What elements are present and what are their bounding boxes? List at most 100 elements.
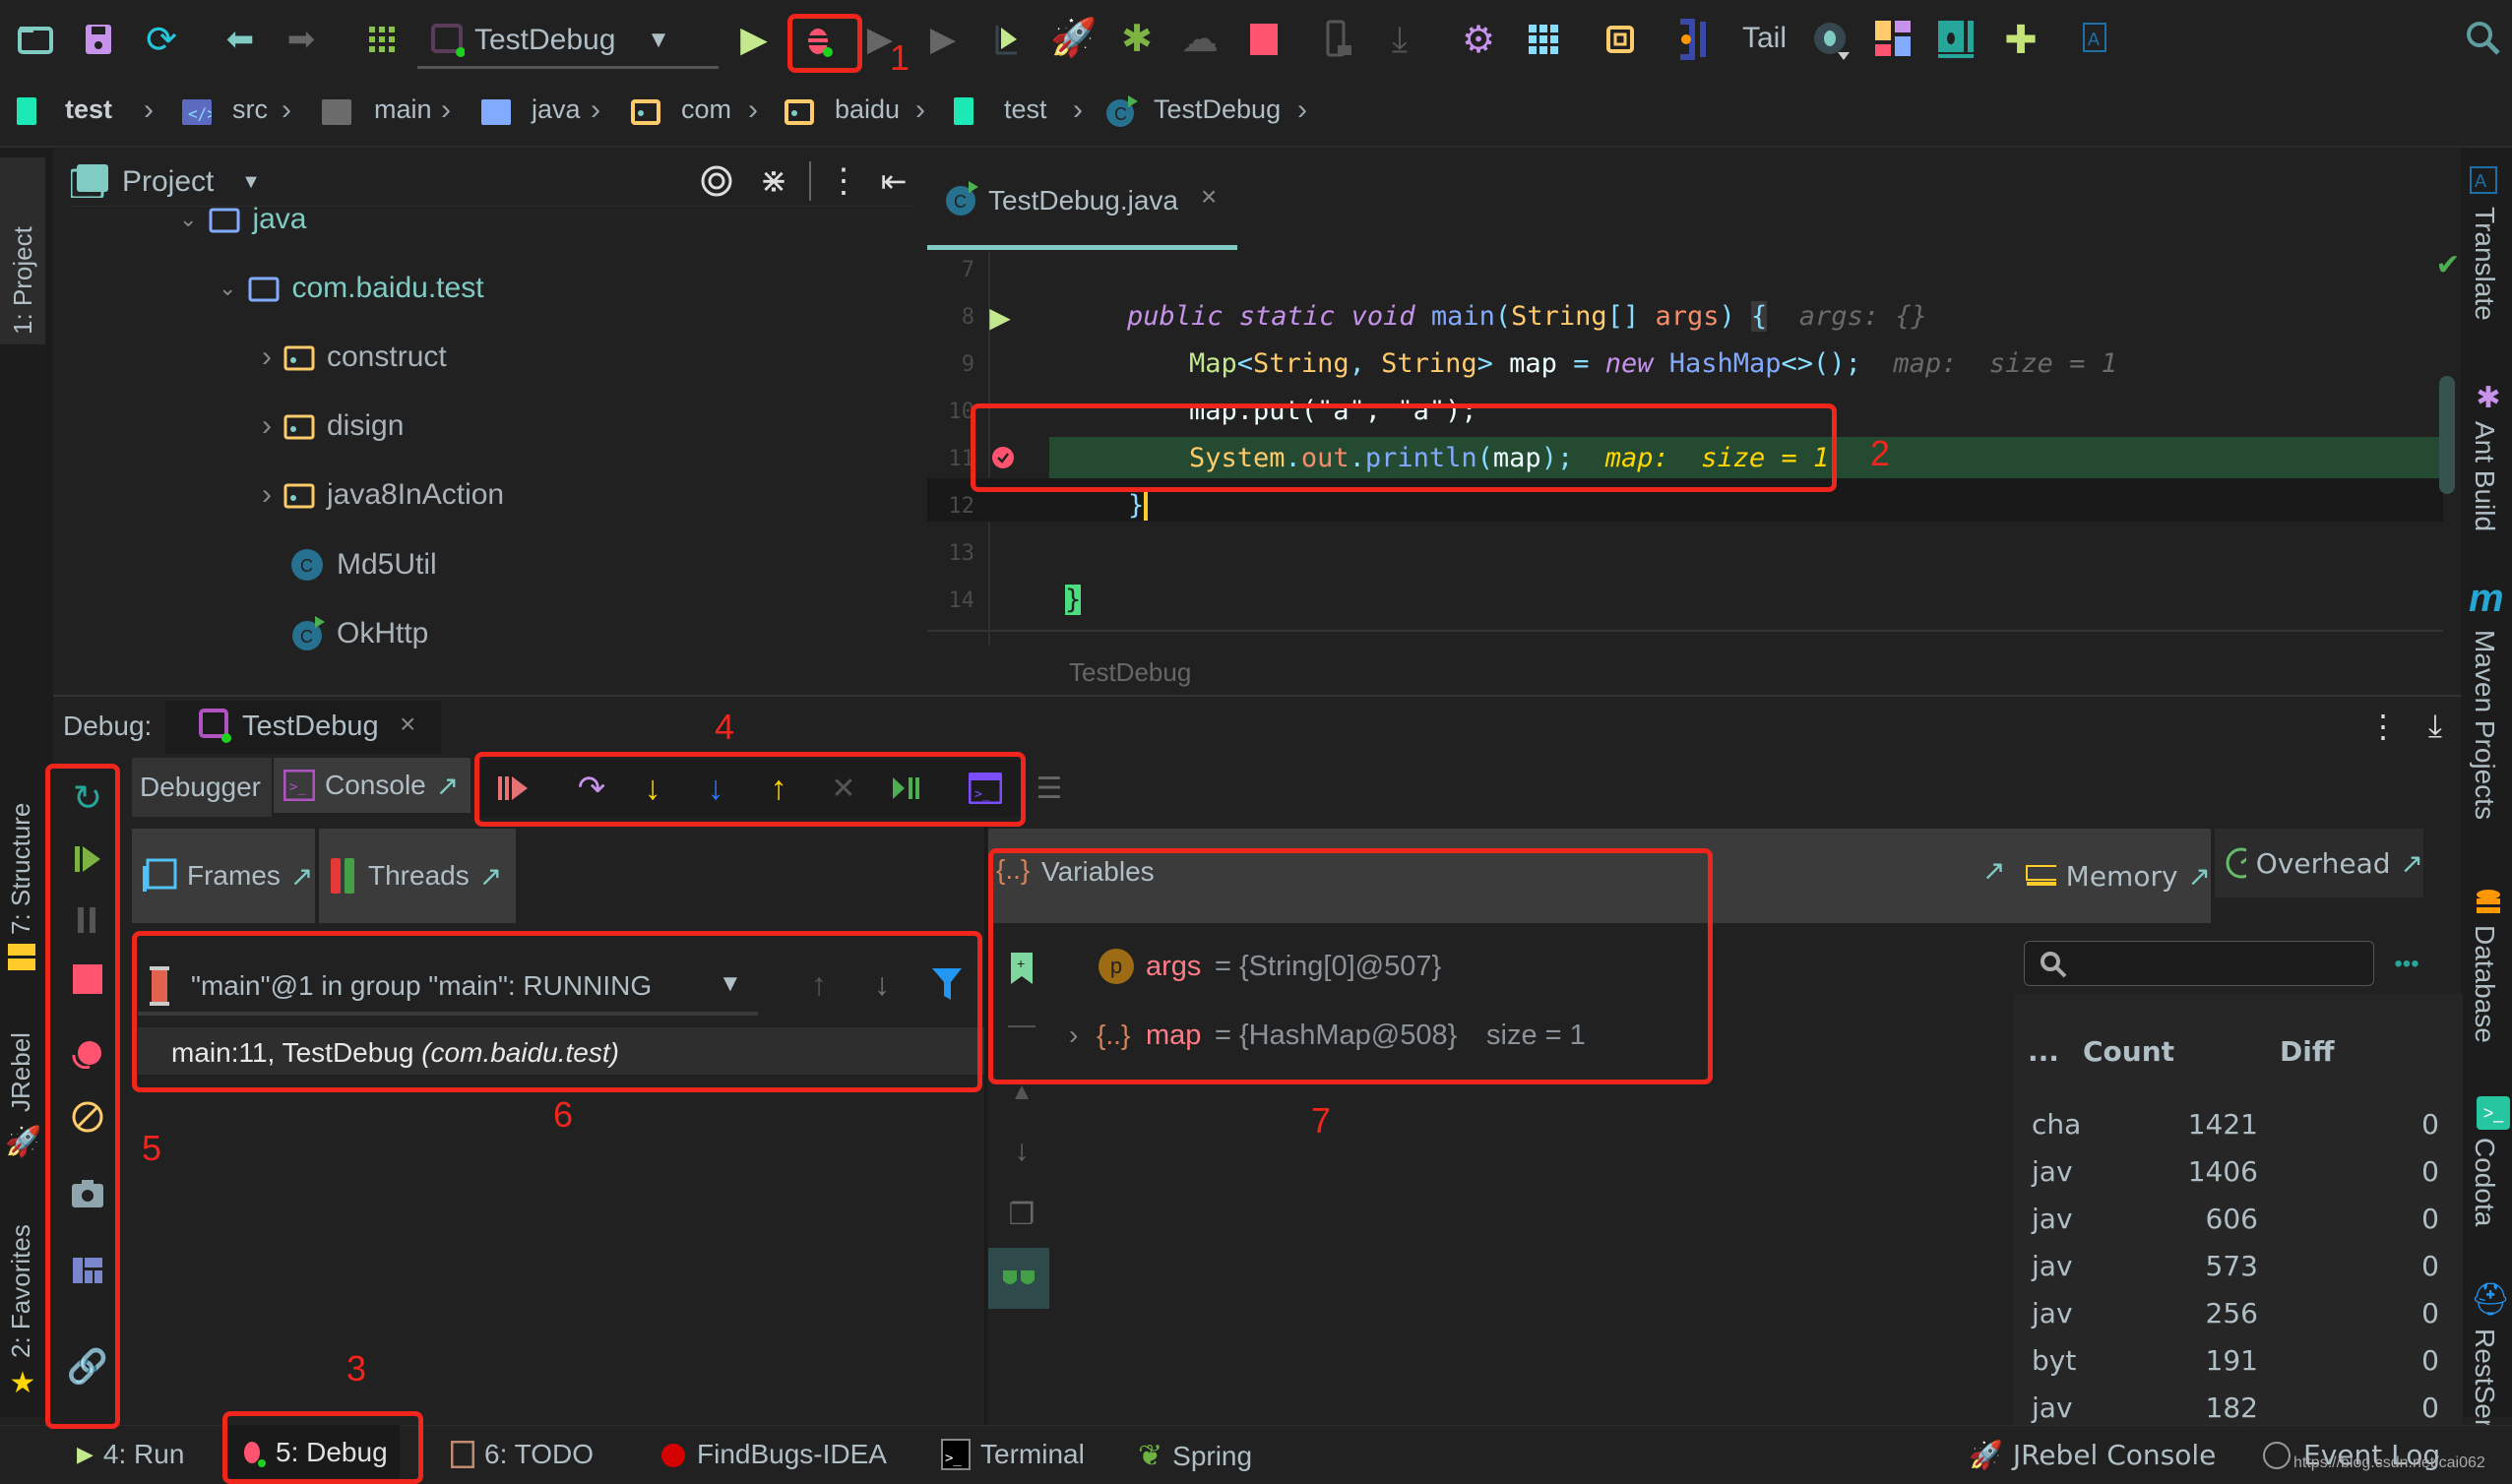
collapse-all-icon[interactable]: ⋇: [752, 159, 795, 203]
inspection-ok-icon[interactable]: ✔: [2431, 248, 2465, 281]
chip-icon[interactable]: [1599, 18, 1642, 61]
breadcrumb-item-src[interactable]: src: [232, 94, 268, 125]
step-over-icon[interactable]: ↷: [569, 766, 614, 811]
tool-window-jrebel-console[interactable]: 🚀 JRebel Console: [1969, 1439, 2216, 1471]
tool-window-run[interactable]: ▶ 4: Run: [77, 1439, 184, 1470]
chevron-down-icon[interactable]: ▼: [236, 167, 266, 197]
drop-frame-icon[interactable]: ✕: [821, 766, 866, 811]
hide-panel-icon[interactable]: ⇤: [874, 159, 913, 203]
profile-icon[interactable]: ▶: [921, 18, 965, 61]
variable-row-map[interactable]: › {..} map = {HashMap@508} size = 1: [1063, 1014, 1949, 1063]
layout-settings-icon[interactable]: [65, 1248, 110, 1293]
column-header-name[interactable]: ...: [2028, 1035, 2059, 1068]
pop-out-icon[interactable]: ↗: [2188, 860, 2211, 893]
show-execution-point-icon[interactable]: [490, 766, 535, 811]
tree-item-java8inaction[interactable]: › java8InAction: [262, 478, 504, 512]
mute-breakpoints-icon[interactable]: [65, 1094, 110, 1140]
move-up-icon[interactable]: ▲: [1004, 1073, 1039, 1112]
stop-icon[interactable]: [1242, 18, 1286, 61]
breadcrumb-item-main[interactable]: main: [374, 94, 432, 125]
close-session-icon[interactable]: ×: [400, 709, 415, 740]
resume-icon[interactable]: [65, 836, 110, 882]
book-icon[interactable]: [1935, 18, 1980, 63]
code-line-9[interactable]: Map<String, String> map = new HashMap<>(…: [1189, 348, 2117, 379]
jrebel-run-icon[interactable]: 🚀: [1049, 14, 1099, 63]
tree-item-com-baidu-test[interactable]: ⌄ com.baidu.test: [219, 272, 484, 305]
column-header-count[interactable]: Count: [2083, 1035, 2174, 1068]
project-view-selector[interactable]: Project: [122, 165, 214, 199]
settings-icon[interactable]: ⚙: [1457, 18, 1500, 61]
breadcrumb-item-com[interactable]: com: [681, 94, 731, 125]
tool-window-restservices[interactable]: RestSer: [2469, 1329, 2500, 1428]
pop-out-icon[interactable]: ↗: [1982, 854, 2005, 887]
project-structure-icon[interactable]: [1522, 18, 1565, 61]
next-frame-icon[interactable]: ↓: [862, 960, 902, 1008]
locate-icon[interactable]: [695, 159, 738, 203]
tab-threads[interactable]: Threads ↗: [319, 829, 516, 923]
sync-icon[interactable]: ⟳: [140, 18, 183, 61]
pop-out-icon[interactable]: ↗: [290, 860, 313, 893]
run-gutter-icon[interactable]: ▶: [982, 299, 1018, 335]
code-line-12[interactable]: }: [1128, 490, 1149, 521]
more-options-icon[interactable]: ⋮: [2366, 705, 2400, 748]
memory-search-input[interactable]: [2024, 941, 2374, 986]
code-line-11[interactable]: System.out.println(map); map: size = 1: [1189, 443, 1829, 473]
editor-scrollbar[interactable]: [2439, 376, 2455, 494]
rerun-icon[interactable]: ↻: [65, 775, 110, 821]
grid-icon[interactable]: [360, 18, 404, 61]
minimize-panel-icon[interactable]: ⤓: [2414, 705, 2457, 748]
tail-label[interactable]: Tail: [1742, 22, 1787, 55]
tool-window-project[interactable]: 1: Project: [0, 157, 45, 344]
tool-window-structure[interactable]: 7: Structure: [6, 803, 36, 935]
evaluate-expression-icon[interactable]: >_: [963, 766, 1008, 811]
editor-tab-testdebug[interactable]: C TestDebug.java ×: [927, 157, 1237, 250]
breadcrumb-item-test-pkg[interactable]: test: [1004, 94, 1047, 125]
new-watch-icon[interactable]: +: [1004, 949, 1039, 988]
search-icon[interactable]: [2461, 16, 2506, 61]
breakpoint-icon[interactable]: [988, 443, 1018, 472]
plugin-icon[interactable]: ✚: [1998, 18, 2043, 63]
tool-window-favorites[interactable]: 2: Favorites: [6, 1224, 36, 1358]
previous-frame-icon[interactable]: ↑: [799, 960, 839, 1008]
run-config-selector[interactable]: TestDebug ▼: [417, 14, 719, 69]
editor-breadcrumb-footer[interactable]: TestDebug: [1069, 657, 1191, 688]
open-folder-icon[interactable]: [14, 18, 57, 61]
layout-icon[interactable]: [1872, 18, 1917, 63]
back-icon[interactable]: ⬅: [219, 18, 262, 61]
tab-debugger[interactable]: Debugger: [132, 758, 272, 817]
tool-window-jrebel[interactable]: JRebel: [6, 1032, 36, 1112]
tool-window-spring[interactable]: ❦ Spring: [1138, 1439, 1252, 1473]
code-line-10[interactable]: map.put("a", "a");: [1189, 396, 1477, 426]
tool-window-database[interactable]: Database: [2469, 925, 2500, 1043]
force-step-into-icon[interactable]: ↓: [693, 766, 738, 811]
frame-item-selected[interactable]: main:11, TestDebug (com.baidu.test): [138, 1027, 984, 1075]
save-icon[interactable]: [77, 18, 120, 61]
show-watches-toggle[interactable]: [988, 1248, 1049, 1309]
deploy-icon[interactable]: ☁: [1175, 14, 1225, 63]
tool-window-codota[interactable]: Codota: [2469, 1138, 2500, 1226]
tree-item-md5util[interactable]: C Md5Util: [289, 547, 437, 583]
tab-memory[interactable]: Memory ↗: [2016, 829, 2211, 923]
tool-window-findbugs[interactable]: FindBugs-IDEA: [658, 1439, 887, 1470]
tree-item-java[interactable]: ⌄ java: [179, 203, 306, 236]
remove-watch-icon[interactable]: —: [1004, 1009, 1039, 1039]
debug-session-tab[interactable]: TestDebug ×: [165, 701, 441, 754]
tool-window-terminal[interactable]: >_ Terminal: [941, 1439, 1085, 1470]
link-icon[interactable]: 🔗: [65, 1344, 110, 1390]
breadcrumb-item-java[interactable]: java: [532, 94, 581, 125]
close-tab-icon[interactable]: ×: [1201, 181, 1217, 213]
translate-icon[interactable]: A: [2077, 18, 2116, 61]
view-breakpoints-icon[interactable]: [65, 1031, 110, 1077]
tab-overhead[interactable]: Overhead ↗: [2215, 829, 2423, 897]
android-download-icon[interactable]: ⤓: [1378, 18, 1421, 61]
code-line-14[interactable]: }: [1065, 585, 1082, 615]
jclasslib-icon[interactable]: [1673, 16, 1719, 63]
tree-item-construct[interactable]: › construct: [262, 340, 447, 374]
run-with-coverage-icon[interactable]: [984, 18, 1028, 61]
debug-icon[interactable]: [793, 18, 843, 61]
split-divider[interactable]: [984, 827, 987, 1425]
tool-window-ant-build[interactable]: Ant Build: [2469, 421, 2500, 531]
memory-options-icon[interactable]: •••: [2384, 945, 2429, 984]
tool-window-debug[interactable]: 5: Debug: [228, 1425, 400, 1480]
camera-icon[interactable]: [65, 1171, 110, 1216]
